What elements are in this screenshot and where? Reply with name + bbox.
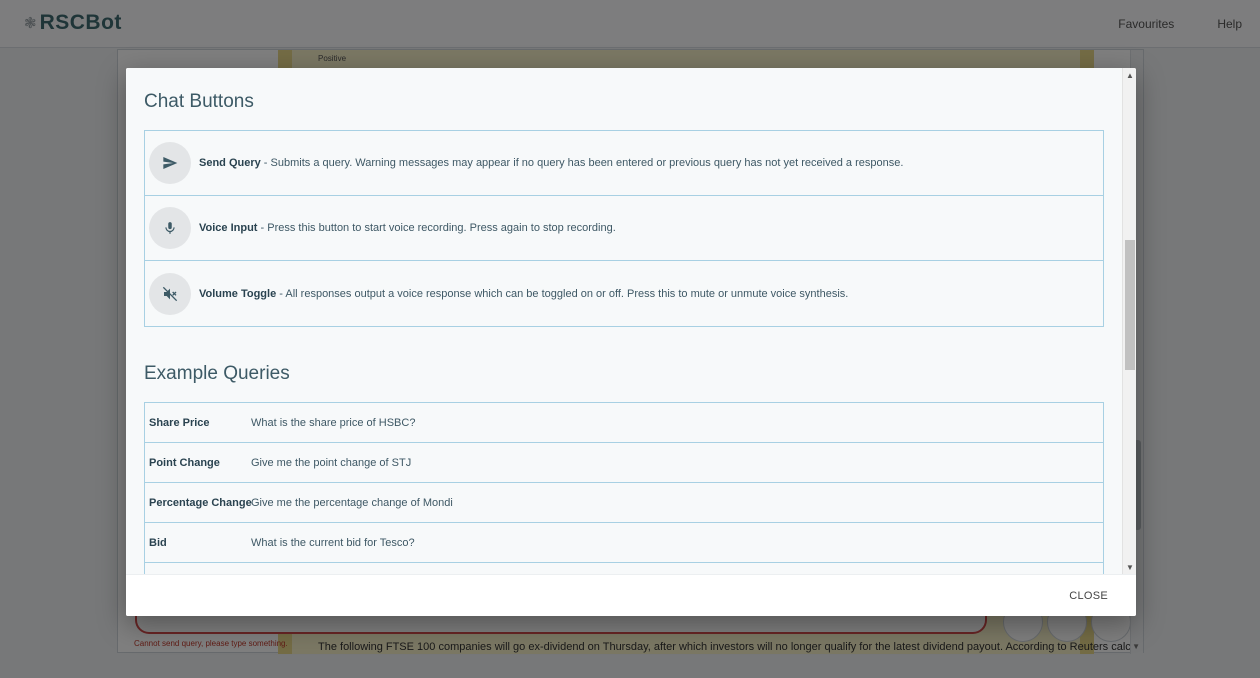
query-name: Bid xyxy=(149,536,167,549)
query-name: Share Price xyxy=(149,416,210,429)
chevron-down-icon[interactable]: ▼ xyxy=(1123,560,1136,574)
example-queries-title: Example Queries xyxy=(144,363,290,384)
example-queries-table: Share Price What is the share price of H… xyxy=(144,402,1104,574)
volume-toggle-description: Volume Toggle - All responses output a v… xyxy=(199,288,848,300)
modal-scrollbar[interactable]: ▲ ▼ xyxy=(1122,68,1136,574)
chat-button-row-volume: Volume Toggle - All responses output a v… xyxy=(145,261,1103,326)
table-row: Point Change Give me the point change of… xyxy=(145,443,1103,483)
chat-button-row-send: Send Query - Submits a query. Warning me… xyxy=(145,131,1103,196)
volume-off-icon xyxy=(149,272,191,315)
query-example: Give me the percentage change of Mondi xyxy=(251,496,453,509)
send-query-text: - Submits a query. Warning messages may … xyxy=(260,157,904,169)
send-query-description: Send Query - Submits a query. Warning me… xyxy=(199,157,903,169)
help-modal: Chat Buttons Send Query - Submits a quer… xyxy=(126,68,1136,616)
query-example: What is the share price of HSBC? xyxy=(251,416,416,429)
modal-body: Chat Buttons Send Query - Submits a quer… xyxy=(126,68,1122,574)
table-row: Percentage Change Give me the percentage… xyxy=(145,483,1103,523)
close-button[interactable]: CLOSE xyxy=(1069,590,1108,602)
voice-input-text: - Press this button to start voice recor… xyxy=(257,222,616,234)
chat-buttons-table: Send Query - Submits a query. Warning me… xyxy=(144,130,1104,327)
send-icon xyxy=(149,142,191,184)
chevron-up-icon[interactable]: ▲ xyxy=(1123,68,1136,82)
send-query-name: Send Query xyxy=(199,157,261,169)
chat-buttons-title: Chat Buttons xyxy=(144,91,254,112)
table-row: Share Price What is the share price of H… xyxy=(145,403,1103,443)
microphone-icon xyxy=(149,207,191,249)
table-row xyxy=(145,563,1103,574)
query-example: What is the current bid for Tesco? xyxy=(251,536,415,549)
voice-input-description: Voice Input - Press this button to start… xyxy=(199,222,616,234)
volume-toggle-name: Volume Toggle xyxy=(199,287,277,300)
modal-scroll-thumb[interactable] xyxy=(1125,240,1135,370)
voice-input-name: Voice Input xyxy=(199,222,258,234)
volume-toggle-text: - All responses output a voice response … xyxy=(276,287,849,300)
chat-button-row-voice: Voice Input - Press this button to start… xyxy=(145,196,1103,261)
query-example: Give me the point change of STJ xyxy=(251,456,412,469)
query-name: Point Change xyxy=(149,456,220,469)
modal-footer: CLOSE xyxy=(126,574,1136,616)
query-name: Percentage Change xyxy=(149,496,252,509)
table-row: Bid What is the current bid for Tesco? xyxy=(145,523,1103,563)
